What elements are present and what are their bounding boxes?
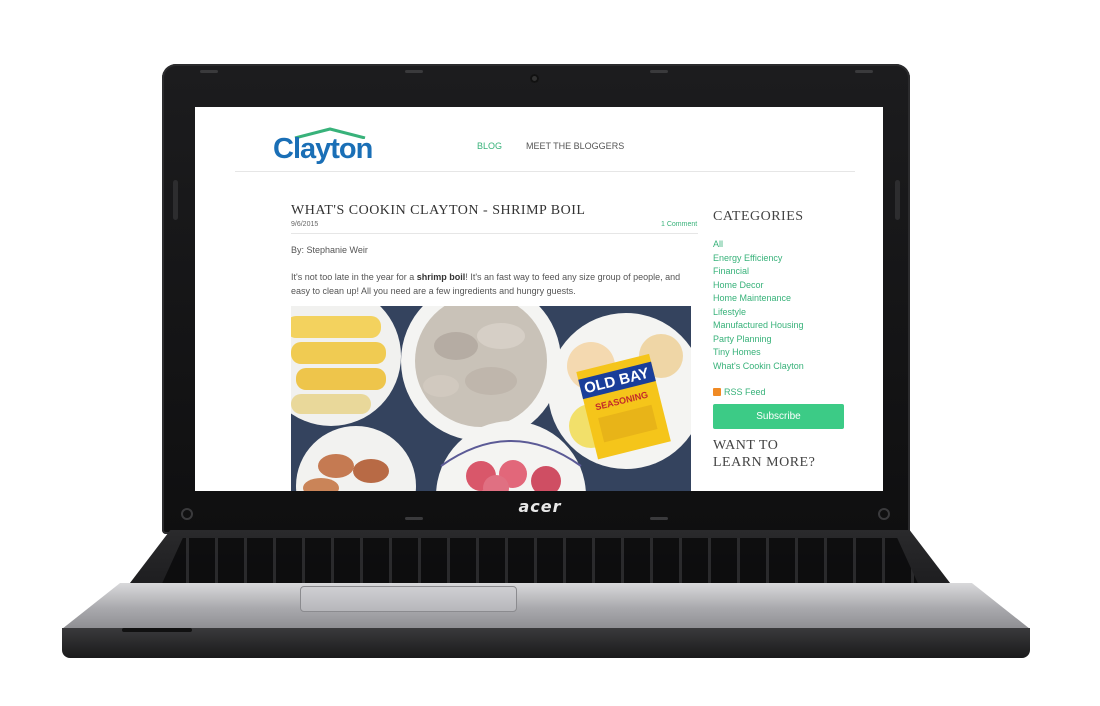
learn-more-heading: WANT TO LEARN MORE? xyxy=(713,438,816,470)
bezel-notch xyxy=(405,517,423,520)
laptop-base xyxy=(62,628,1030,658)
bezel-notch xyxy=(855,70,873,73)
categories-heading: CATEGORIES xyxy=(713,209,804,224)
logo-text: Clayton xyxy=(273,133,373,165)
bezel-notch xyxy=(650,70,668,73)
category-link[interactable]: What's Cookin Clayton xyxy=(713,360,804,374)
palm-rest xyxy=(62,583,1030,629)
nav-meet-the-bloggers[interactable]: MEET THE BLOGGERS xyxy=(526,141,624,151)
intro-text: It's not too late in the year for a xyxy=(291,272,417,282)
category-link[interactable]: Tiny Homes xyxy=(713,346,804,360)
category-link[interactable]: Home Maintenance xyxy=(713,292,804,306)
bezel-side-nub xyxy=(895,180,900,220)
card-slot xyxy=(122,628,192,632)
category-link[interactable]: Energy Efficiency xyxy=(713,252,804,266)
bezel-side-nub xyxy=(173,180,178,220)
nav-blog[interactable]: BLOG xyxy=(477,141,502,151)
category-link[interactable]: Manufactured Housing xyxy=(713,319,804,333)
bezel-bumper xyxy=(181,508,193,520)
category-link[interactable]: All xyxy=(713,238,804,252)
intro-bold: shrimp boil xyxy=(416,272,466,282)
bezel-notch xyxy=(650,517,668,520)
laptop-screen: Clayton BLOG MEET THE BLOGGERS WHAT'S CO… xyxy=(195,107,883,491)
post-image: OLD BAY SEASONING xyxy=(291,306,691,491)
category-link[interactable]: Financial xyxy=(713,265,804,279)
post-byline: By: Stephanie Weir xyxy=(291,245,368,255)
keyboard xyxy=(160,538,920,588)
title-divider xyxy=(291,233,698,234)
site-header: Clayton BLOG MEET THE BLOGGERS xyxy=(195,107,883,171)
webcam-icon xyxy=(530,74,539,83)
laptop-brand-logo: acer xyxy=(518,497,562,516)
category-list: All Energy Efficiency Financial Home Dec… xyxy=(713,238,804,373)
category-link[interactable]: Home Decor xyxy=(713,279,804,293)
bezel-notch xyxy=(200,70,218,73)
post-title[interactable]: WHAT'S COOKIN CLAYTON - SHRIMP BOIL xyxy=(291,203,585,219)
post-intro: It's not too late in the year for a shri… xyxy=(291,270,701,298)
rss-feed-link[interactable]: RSS Feed xyxy=(713,387,766,397)
rss-icon xyxy=(713,388,721,396)
rss-label: RSS Feed xyxy=(724,387,766,397)
bezel-bumper xyxy=(878,508,890,520)
comments-link[interactable]: 1 Comment xyxy=(661,221,697,228)
category-link[interactable]: Party Planning xyxy=(713,333,804,347)
bezel-notch xyxy=(405,70,423,73)
post-date: 9/6/2015 xyxy=(291,221,319,228)
category-link[interactable]: Lifestyle xyxy=(713,306,804,320)
header-divider xyxy=(235,171,855,172)
touchpad xyxy=(300,586,517,612)
clayton-logo[interactable]: Clayton xyxy=(273,127,383,165)
subscribe-button[interactable]: Subscribe xyxy=(713,404,844,429)
